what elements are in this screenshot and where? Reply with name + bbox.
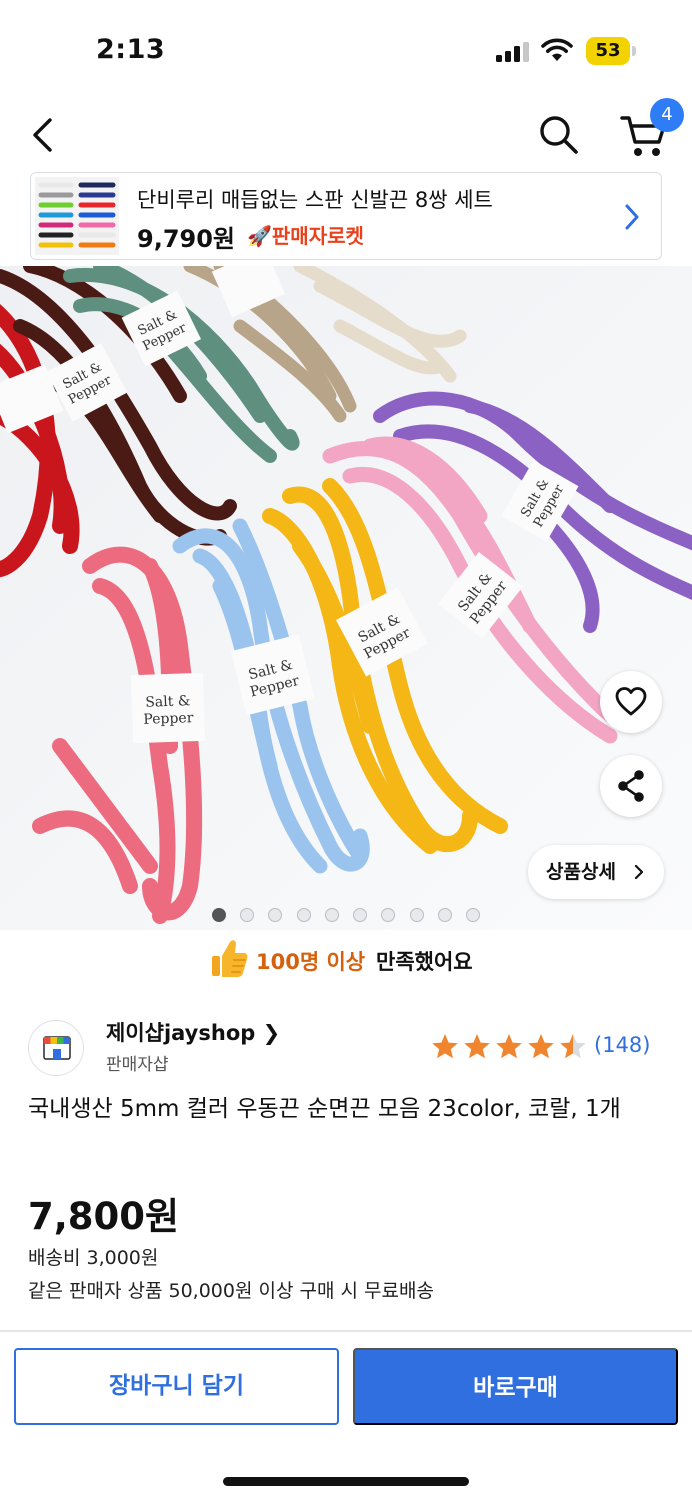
seller-rocket-badge: 🚀판매자로켓 [247, 220, 364, 249]
carousel-dot[interactable] [268, 908, 282, 922]
product-detail-label: 상품상세 [546, 861, 616, 883]
status-bar: 2:13 53 [0, 0, 692, 100]
satisfaction-text: 만족했어요 [376, 950, 473, 974]
carousel-dots [212, 908, 482, 924]
product-image-carousel[interactable]: Salt & Pepper Salt & Pepper Salt & Pepper S… [0, 266, 692, 930]
carousel-dot[interactable] [325, 908, 339, 922]
divider [0, 1330, 692, 1332]
brand-tag-line1: Salt & [145, 693, 190, 711]
share-button[interactable] [600, 755, 662, 817]
seller-type: 판매자샵 [106, 1055, 169, 1075]
wifi-icon [541, 38, 573, 61]
carousel-dot[interactable] [240, 908, 254, 922]
buy-now-button[interactable]: 바로구매 [353, 1348, 678, 1425]
carousel-dot[interactable] [212, 908, 226, 922]
carousel-dot[interactable] [466, 908, 480, 922]
carousel-dot[interactable] [410, 908, 424, 922]
share-icon [618, 770, 644, 802]
satisfaction-banner: 100명 이상 만족했어요 [210, 938, 510, 982]
product-detail-button[interactable]: 상품상세 [528, 845, 664, 899]
seller-rocket-label: 판매자로켓 [271, 224, 364, 248]
free-shipping-note: 같은 판매자 상품 50,000원 이상 구매 시 무료배송 [28, 1280, 434, 1302]
carousel-dot[interactable] [297, 908, 311, 922]
status-time: 2:13 [96, 34, 166, 65]
review-count[interactable]: (148) [594, 1033, 650, 1057]
add-to-cart-button[interactable]: 장바구니 담기 [14, 1348, 339, 1425]
shipping-fee: 배송비 3,000원 [28, 1247, 159, 1269]
product-title: 국내생산 5mm 컬러 우동끈 순면끈 모음 23color, 코랄, 1개 [28, 1096, 621, 1122]
battery-level: 53 [595, 40, 621, 61]
rating[interactable]: (148) [430, 1032, 660, 1064]
heart-icon [615, 687, 647, 716]
rocket-icon: 🚀 [247, 224, 272, 248]
product-photo: Salt &Pepper Salt &Pepper Salt &Pepper S… [0, 266, 692, 930]
carousel-dot[interactable] [438, 908, 452, 922]
cart-count-badge: 4 [650, 98, 684, 132]
satisfaction-count: 100명 이상 [256, 950, 366, 974]
chevron-right-icon [625, 204, 639, 230]
chevron-right-icon [634, 864, 644, 880]
cellular-signal-icon [496, 42, 529, 62]
seller-name-link[interactable]: 제이샵jayshop ❯ [106, 1017, 280, 1047]
carousel-dot[interactable] [353, 908, 367, 922]
promo-price: 9,790원 [137, 225, 235, 253]
nav-bar [0, 100, 692, 172]
store-icon [43, 1036, 71, 1060]
carousel-dot[interactable] [381, 908, 395, 922]
promo-banner[interactable]: 단비루리 매듭없는 스판 신발끈 8쌍 세트 9,790원 🚀판매자로켓 [30, 172, 662, 260]
star-icon [432, 1034, 586, 1059]
promo-thumbnail [35, 177, 119, 255]
thumbs-up-icon [212, 940, 248, 977]
wishlist-button[interactable] [600, 671, 662, 733]
seller-name: 제이샵jayshop [106, 1021, 256, 1045]
star-rating [432, 1034, 586, 1059]
promo-title: 단비루리 매듭없는 스판 신발끈 8쌍 세트 [137, 188, 493, 212]
battery-icon: 53 [586, 37, 636, 65]
product-price: 7,800원 [28, 1195, 180, 1238]
home-indicator[interactable] [223, 1477, 469, 1486]
search-icon[interactable] [536, 112, 582, 158]
brand-tag-line2: Pepper [143, 710, 194, 728]
seller-logo[interactable] [28, 1020, 84, 1076]
back-arrow-icon[interactable] [24, 112, 64, 158]
